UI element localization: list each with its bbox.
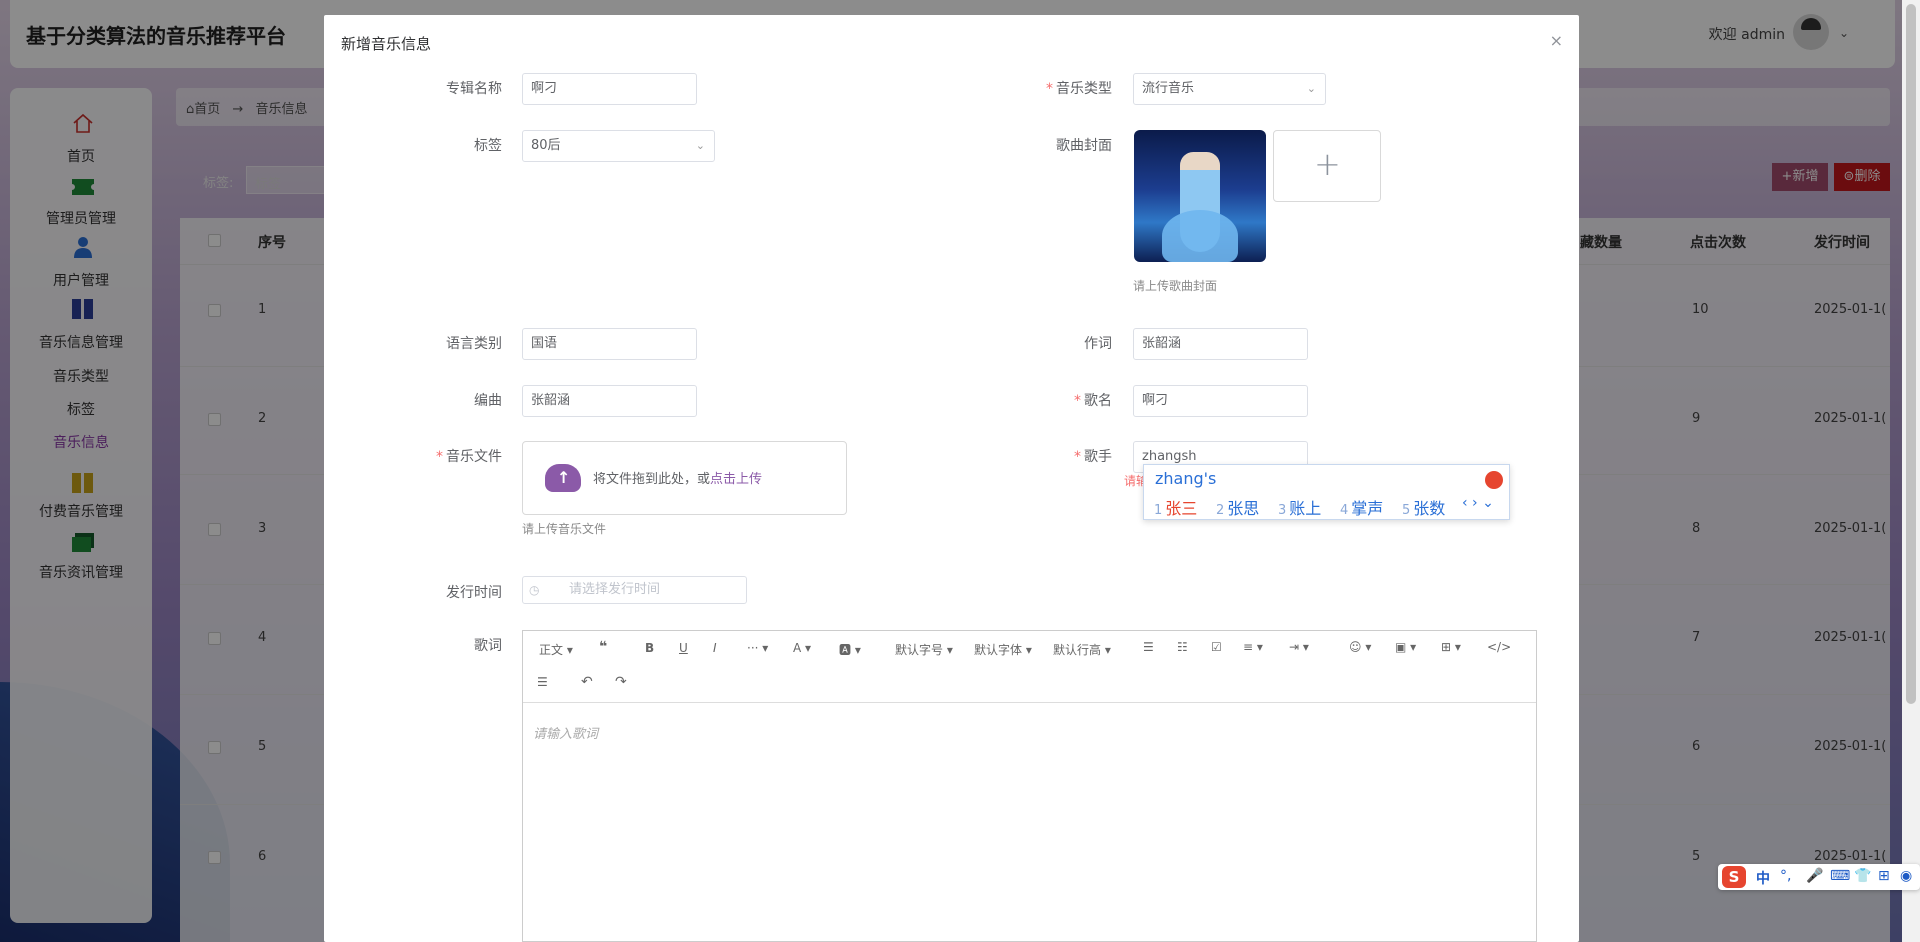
ime-candidate-window: zhang's 1 张三 2 张思 3 账上 4 掌声 5 张数 ‹ › ⌄ (1143, 464, 1510, 520)
language-label: 语言类别 (446, 336, 502, 352)
font-color-icon[interactable]: A ▾ (793, 641, 811, 655)
cover-hint: 请上传歌曲封面 (1133, 279, 1218, 293)
ime-candidate[interactable]: 2 张思 (1216, 495, 1259, 519)
lyrics-placeholder: 请输入歌词 (533, 727, 599, 742)
italic-icon[interactable]: I (713, 641, 717, 655)
sogou-mascot-icon[interactable]: ◉ (1900, 868, 1912, 884)
dialog-title: 新增音乐信息 (341, 35, 432, 53)
lyrics-editor[interactable]: 正文 ▾ ❝ B U I ··· ▾ A ▾ 🅰 ▾ 默认字号 ▾ 默认字体 ▾… (522, 630, 1537, 942)
skin-icon[interactable]: 👕 (1854, 868, 1871, 884)
sogou-logo-icon (1485, 471, 1503, 489)
undo-icon[interactable]: ↶ (581, 674, 593, 690)
composer-label: 编曲 (474, 393, 502, 409)
song-name-label: * 歌名 (1074, 393, 1112, 409)
album-label: 专辑名称 (446, 81, 502, 97)
cover-upload-button[interactable]: + (1273, 130, 1381, 202)
ime-page-nav[interactable]: ‹ › ⌄ (1462, 495, 1494, 511)
scrollbar-thumb[interactable] (1906, 4, 1916, 704)
table-icon[interactable]: ⊞ ▾ (1441, 640, 1461, 654)
code-icon[interactable]: </> (1487, 640, 1511, 654)
tag-select[interactable]: 80后 ⌄ (522, 130, 715, 162)
dropzone-text: 将文件拖到此处，或 (593, 472, 711, 487)
release-time-label: 发行时间 (446, 585, 502, 601)
ime-candidate[interactable]: 3 账上 (1278, 495, 1321, 519)
composer-input[interactable]: 张韶涵 (522, 385, 697, 417)
font-size-select[interactable]: 默认字号 ▾ (895, 641, 953, 658)
music-file-hint: 请上传音乐文件 (522, 522, 607, 536)
cover-image[interactable] (1134, 130, 1266, 262)
editor-toolbar: 正文 ▾ ❝ B U I ··· ▾ A ▾ 🅰 ▾ 默认字号 ▾ 默认字体 ▾… (523, 631, 1536, 703)
song-name-input[interactable]: 啊刁 (1133, 385, 1308, 417)
plus-icon: + (1314, 145, 1341, 183)
ime-composition: zhang's (1155, 469, 1217, 488)
bold-icon[interactable]: B (645, 641, 654, 655)
divider-icon[interactable]: ☰ (537, 675, 548, 689)
lyricist-input[interactable]: 张韶涵 (1133, 328, 1308, 360)
emoji-icon[interactable]: ☺ ▾ (1349, 640, 1371, 654)
cover-label: 歌曲封面 (1056, 138, 1112, 154)
singer-label: * 歌手 (1074, 449, 1112, 465)
close-icon[interactable]: × (1550, 31, 1563, 50)
lyrics-label: 歌词 (474, 638, 502, 654)
music-type-select[interactable]: 流行音乐 ⌄ (1133, 73, 1326, 105)
clock-icon: ◷ (529, 583, 540, 597)
image-icon[interactable]: ▣ ▾ (1395, 640, 1416, 654)
release-time-picker[interactable]: ◷ 请选择发行时间 (522, 576, 747, 604)
punctuation-toggle[interactable]: °, (1780, 868, 1791, 884)
paragraph-select[interactable]: 正文 ▾ (539, 641, 573, 658)
numbered-list-icon[interactable]: ☷ (1177, 640, 1188, 654)
chevron-down-icon: ⌄ (695, 139, 705, 152)
align-icon[interactable]: ≡ ▾ (1243, 640, 1263, 654)
ime-lang-toggle[interactable]: 中 (1756, 868, 1770, 888)
more-icon[interactable]: ··· ▾ (747, 641, 768, 655)
ime-candidate[interactable]: 1 张三 (1154, 495, 1197, 519)
keyboard-icon[interactable]: ⌨ (1830, 868, 1850, 884)
album-input[interactable]: 啊刁 (522, 73, 697, 105)
music-file-label: * 音乐文件 (436, 449, 502, 465)
cloud-upload-icon (545, 464, 581, 492)
ime-candidate[interactable]: 5 张数 (1402, 495, 1445, 519)
indent-icon[interactable]: ⇥ ▾ (1289, 640, 1309, 654)
page-scrollbar[interactable] (1902, 0, 1920, 942)
line-height-select[interactable]: 默认行高 ▾ (1053, 641, 1111, 658)
redo-icon[interactable]: ↷ (615, 674, 627, 690)
toolbox-icon[interactable]: ⊞ (1878, 868, 1890, 884)
bullet-list-icon[interactable]: ☰ (1143, 640, 1154, 654)
microphone-icon[interactable]: 🎤 (1806, 868, 1823, 884)
click-upload-link[interactable]: 点击上传 (710, 472, 762, 487)
tag-label: 标签 (474, 138, 502, 154)
quote-icon[interactable]: ❝ (599, 639, 607, 655)
underline-icon[interactable]: U (679, 641, 688, 655)
music-type-label: * 音乐类型 (1046, 81, 1112, 97)
todo-icon[interactable]: ☑ (1211, 640, 1222, 654)
lyricist-label: 作词 (1084, 336, 1112, 352)
sogou-logo-icon[interactable]: S (1722, 866, 1746, 888)
bg-color-icon[interactable]: 🅰 ▾ (839, 641, 861, 658)
music-file-dropzone[interactable]: 将文件拖到此处，或点击上传 (522, 441, 847, 515)
language-input[interactable]: 国语 (522, 328, 697, 360)
add-music-dialog: 新增音乐信息 × 专辑名称 啊刁 * 音乐类型 流行音乐 ⌄ 标签 80后 ⌄ 歌曲封… (324, 15, 1579, 942)
ime-candidate[interactable]: 4 掌声 (1340, 495, 1383, 519)
ime-toolbar: S 中 °, 🎤 ⌨ 👕 ⊞ ◉ (1718, 864, 1920, 890)
chevron-down-icon: ⌄ (1306, 82, 1316, 95)
font-family-select[interactable]: 默认字体 ▾ (974, 641, 1032, 658)
